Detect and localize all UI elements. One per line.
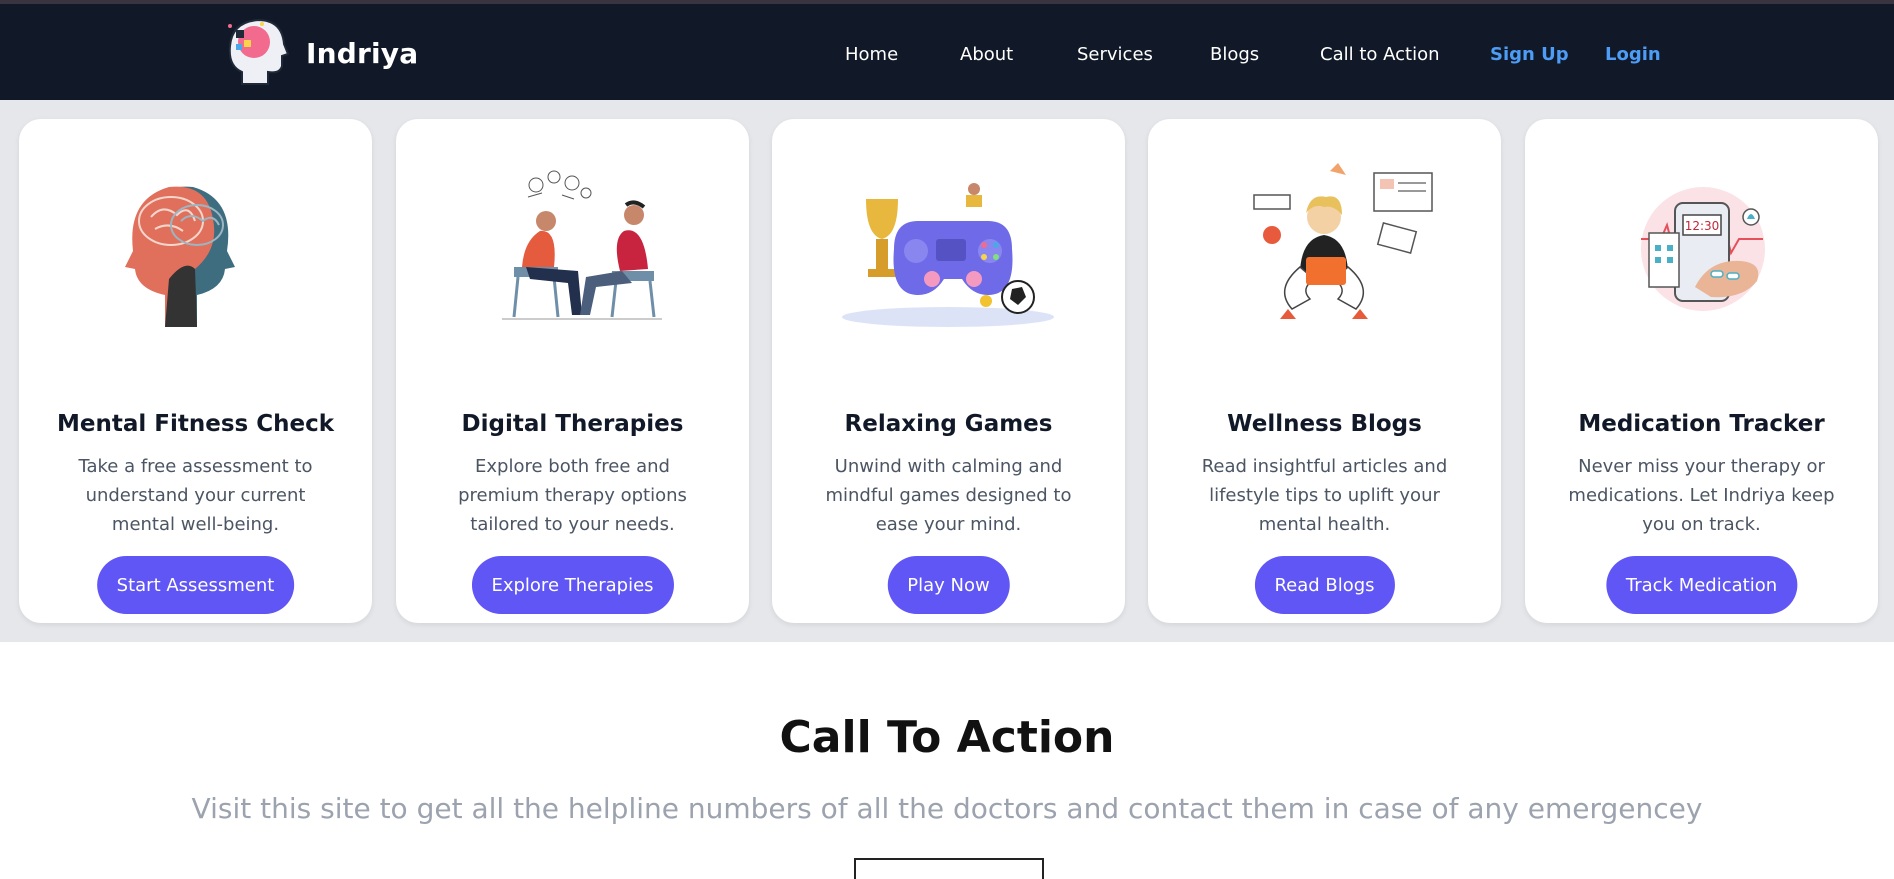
play-now-button[interactable]: Play Now xyxy=(887,556,1010,614)
brand[interactable]: Indriya xyxy=(222,14,418,92)
therapy-session-illustration xyxy=(502,170,662,320)
nav-sign-up[interactable]: Sign Up xyxy=(1490,44,1569,65)
person-laptop-illustration xyxy=(1253,163,1433,319)
explore-therapies-button[interactable]: Explore Therapies xyxy=(471,556,674,614)
cta-title: Call To Action xyxy=(779,712,1115,763)
medication-clock-text: 12:30 xyxy=(1685,219,1720,233)
nav-login[interactable]: Login xyxy=(1605,44,1661,65)
card-description: Read insightful articles and lifestyle t… xyxy=(1201,456,1448,535)
nav-blogs[interactable]: Blogs xyxy=(1210,44,1259,65)
card-description: Unwind with calming and mindful games de… xyxy=(825,456,1072,535)
cta-subtitle: Visit this site to get all the helpline … xyxy=(191,792,1703,825)
nav-home[interactable]: Home xyxy=(845,44,898,65)
card-description: Never miss your therapy or medications. … xyxy=(1568,456,1835,535)
read-blogs-button[interactable]: Read Blogs xyxy=(1254,556,1395,614)
start-assessment-button[interactable]: Start Assessment xyxy=(96,556,295,614)
services-section: Mental Fitness Check Take a free assessm… xyxy=(0,100,1894,642)
card-title: Medication Tracker xyxy=(1578,411,1825,437)
nav-about[interactable]: About xyxy=(960,44,1013,65)
nav-services[interactable]: Services xyxy=(1077,44,1153,65)
service-card-wellness-blogs: Wellness Blogs Read insightful articles … xyxy=(1148,119,1501,623)
service-card-mental-fitness: Mental Fitness Check Take a free assessm… xyxy=(19,119,372,623)
card-title: Mental Fitness Check xyxy=(57,411,334,437)
service-card-medication-tracker: 12:30 Medication Tracker Never miss your… xyxy=(1525,119,1878,623)
navbar: Indriya Home About Services Blogs Call t… xyxy=(0,4,1894,100)
card-title: Wellness Blogs xyxy=(1227,411,1422,437)
card-title: Digital Therapies xyxy=(461,411,684,437)
game-controller-illustration xyxy=(842,183,1054,327)
twin-heads-brain-illustration xyxy=(125,186,235,327)
service-card-relaxing-games: Relaxing Games Unwind with calming and m… xyxy=(772,119,1125,623)
card-description: Explore both free and premium therapy op… xyxy=(458,456,687,535)
service-card-digital-therapies: Digital Therapies Explore both free and … xyxy=(396,119,749,623)
brand-name: Indriya xyxy=(306,36,419,70)
nav-call-to-action[interactable]: Call to Action xyxy=(1320,44,1440,65)
track-medication-button[interactable]: Track Medication xyxy=(1605,556,1798,614)
brain-head-logo-icon xyxy=(228,18,290,85)
card-description: Take a free assessment to understand you… xyxy=(78,456,313,535)
medication-phone-illustration: 12:30 xyxy=(1641,187,1765,311)
cta-button[interactable] xyxy=(854,858,1044,879)
card-title: Relaxing Games xyxy=(844,411,1053,437)
